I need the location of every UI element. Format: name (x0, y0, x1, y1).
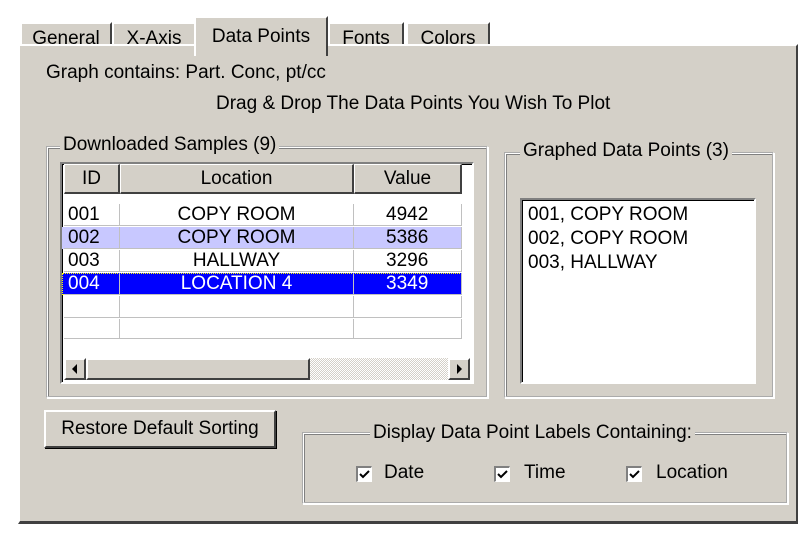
drag-drop-instruction: Drag & Drop The Data Points You Wish To … (216, 93, 611, 114)
cell-location: COPY ROOM (120, 227, 354, 249)
graphed-data-points-title: Graphed Data Points (3) (520, 140, 732, 162)
location-checkbox-label: Location (656, 462, 728, 483)
list-item[interactable]: 003, HALLWAY (528, 252, 658, 274)
column-header-value-label: Value (383, 167, 432, 189)
column-header-id-label: ID (82, 167, 101, 189)
display-labels-title: Display Data Point Labels Containing: (370, 422, 695, 444)
restore-default-sorting-label: Restore Default Sorting (61, 418, 259, 439)
cell-id: 001 (64, 204, 120, 226)
graph-contains-text: Graph contains: Part. Conc, pt/cc (46, 62, 326, 83)
date-checkbox-label: Date (384, 462, 425, 483)
checkbox-box[interactable] (626, 466, 642, 482)
time-checkbox-label: Time (524, 462, 566, 483)
location-checkbox[interactable]: Location (626, 462, 756, 488)
checkbox-box[interactable] (494, 466, 510, 482)
cell-location: COPY ROOM (120, 204, 354, 226)
tab-data-points-label: Data Points (211, 26, 311, 47)
samples-grid[interactable]: ID Location Value 001 COPY ROOM 4942 002… (60, 162, 474, 384)
cell-value: 3296 (354, 250, 462, 272)
cell-location: HALLWAY (120, 250, 354, 272)
scroll-left-button[interactable] (64, 358, 86, 380)
table-row-empty (62, 319, 462, 339)
cell-id: 003 (64, 250, 120, 272)
cell-value: 4942 (354, 204, 462, 226)
horizontal-scrollbar[interactable] (64, 358, 470, 380)
list-item[interactable]: 002, COPY ROOM (528, 228, 688, 250)
checkbox-box[interactable] (356, 466, 372, 482)
table-row[interactable]: 001 COPY ROOM 4942 (62, 204, 462, 226)
cell-id: 002 (64, 227, 120, 249)
column-header-location[interactable]: Location (120, 164, 354, 194)
scroll-right-button[interactable] (448, 358, 470, 380)
checkmark-icon (497, 470, 508, 479)
cell-empty (354, 296, 462, 318)
list-item[interactable]: 001, COPY ROOM (528, 204, 688, 226)
cell-empty (120, 319, 354, 339)
cell-empty (64, 319, 120, 339)
table-row[interactable]: 003 HALLWAY 3296 (62, 250, 462, 272)
arrow-left-icon (72, 364, 77, 374)
graphed-points-list[interactable]: 001, COPY ROOM 002, COPY ROOM 003, HALLW… (520, 198, 756, 384)
cell-id: 004 (64, 273, 120, 295)
cell-value: 5386 (354, 227, 462, 249)
scroll-thumb[interactable] (86, 358, 310, 380)
cell-empty (120, 296, 354, 318)
table-row-empty (62, 296, 462, 318)
arrow-right-icon (457, 364, 462, 374)
date-checkbox[interactable]: Date (356, 462, 456, 488)
checkmark-icon (359, 470, 370, 479)
downloaded-samples-title: Downloaded Samples (9) (60, 134, 280, 156)
checkmark-icon (629, 470, 640, 479)
column-header-location-label: Location (200, 167, 273, 189)
column-header-value[interactable]: Value (354, 164, 462, 194)
time-checkbox[interactable]: Time (494, 462, 594, 488)
restore-default-sorting-button[interactable]: Restore Default Sorting (44, 410, 276, 448)
cell-empty (354, 319, 462, 339)
table-row-selected[interactable]: 004 LOCATION 4 3349 (62, 273, 462, 295)
cell-location: LOCATION 4 (120, 273, 354, 295)
tab-data-points[interactable]: Data Points (194, 16, 328, 56)
cell-empty (64, 296, 120, 318)
cell-value: 3349 (354, 273, 462, 295)
table-row[interactable]: 002 COPY ROOM 5386 (62, 227, 462, 249)
column-header-id[interactable]: ID (64, 164, 120, 194)
